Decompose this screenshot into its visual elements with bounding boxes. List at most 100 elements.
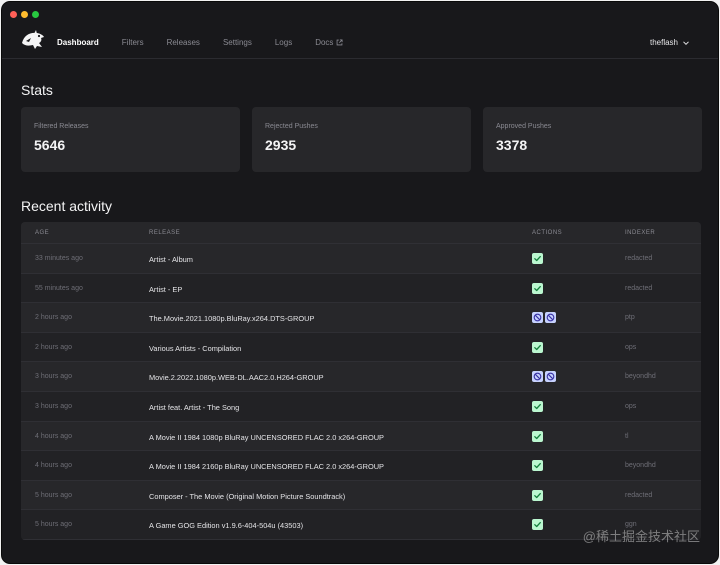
stat-card: Rejected Pushes 2935 — [252, 107, 471, 172]
row-age: 5 hours ago — [35, 521, 72, 529]
nav-item-releases[interactable]: Releases — [167, 38, 200, 47]
row-age: 4 hours ago — [35, 462, 72, 470]
approved-check-icon[interactable] — [532, 400, 543, 412]
app-window: Dashboard Filters Releases Settings Logs Docs… — [1, 1, 719, 564]
table-body: 33 minutes ago Artist - Album redacted 55 m… — [21, 244, 701, 540]
row-release-name: The.Movie.2021.1080p.BluRay.x264.DTS-GRO… — [149, 314, 315, 324]
table-row[interactable]: 55 minutes ago Artist - EP redacted — [21, 273, 701, 304]
table-row[interactable]: 33 minutes ago Artist - Album redacted — [21, 244, 701, 274]
approved-check-icon[interactable] — [532, 519, 543, 531]
nav-item-dashboard[interactable]: Dashboard — [57, 38, 99, 47]
row-age: 2 hours ago — [35, 314, 72, 322]
row-indexer: tl — [625, 432, 629, 440]
watermark: @稀土掘金技术社区 — [582, 529, 700, 544]
stat-label: Rejected Pushes — [265, 123, 318, 130]
username-label: theflash — [649, 38, 678, 47]
rejected-ban-icon[interactable] — [545, 312, 556, 324]
table-row[interactable]: 5 hours ago Composer - The Movie (Origina… — [21, 480, 701, 511]
user-menu[interactable]: theflash — [650, 26, 690, 59]
recent-activity-heading: Recent activity — [21, 198, 113, 214]
recent-activity-table: AGE RELEASE ACTIONS INDEXER 33 minutes a… — [21, 222, 701, 540]
row-release-name: A Game GOG Edition v1.9.6-404-504u (4350… — [149, 521, 304, 531]
nav-item-label: Docs — [315, 38, 334, 47]
title-bar — [2, 2, 718, 26]
table-row[interactable]: 4 hours ago A Movie II 1984 1080p BluRay … — [21, 421, 701, 452]
stats-heading: Stats — [21, 82, 53, 98]
maximize-window-button[interactable] — [32, 11, 39, 18]
row-release-name: Artist - EP — [149, 284, 183, 294]
row-actions — [532, 341, 543, 353]
nav-item-docs[interactable]: Docs — [315, 38, 343, 47]
rejected-ban-icon[interactable] — [532, 312, 543, 324]
table-row[interactable]: 2 hours ago Various Artists - Compilation… — [21, 332, 701, 363]
row-age: 3 hours ago — [35, 373, 72, 381]
row-indexer: beyondhd — [625, 462, 656, 470]
top-navbar: Dashboard Filters Releases Settings Logs Docs… — [2, 26, 718, 59]
row-actions — [532, 489, 543, 501]
row-release-name: Artist - Album — [149, 255, 193, 264]
row-release-name: Artist feat. Artist - The Song — [149, 402, 240, 412]
column-header-age[interactable]: AGE — [35, 230, 49, 236]
approved-check-icon[interactable] — [532, 460, 543, 472]
row-indexer: redacted — [625, 491, 653, 499]
row-indexer: redacted — [625, 284, 653, 292]
stat-card: Filtered Releases 5646 — [21, 107, 240, 172]
row-age: 3 hours ago — [35, 402, 72, 410]
autobrr-logo-icon[interactable] — [20, 29, 46, 51]
row-actions — [532, 460, 543, 472]
nav-item-filters[interactable]: Filters — [122, 38, 144, 47]
column-header-indexer[interactable]: INDEXER — [625, 230, 655, 236]
row-indexer: ptp — [625, 314, 635, 322]
nav-item-label: Filters — [121, 38, 144, 47]
stat-value: 3378 — [496, 137, 528, 153]
row-indexer: redacted — [625, 255, 653, 262]
external-link-icon — [337, 39, 343, 46]
approved-check-icon[interactable] — [532, 282, 543, 294]
nav-item-settings[interactable]: Settings — [223, 38, 252, 47]
row-indexer: ops — [625, 402, 637, 410]
stat-label: Filtered Releases — [34, 123, 89, 130]
nav-item-label: Dashboard — [57, 38, 99, 47]
close-window-button[interactable] — [10, 11, 17, 18]
minimize-window-button[interactable] — [21, 11, 28, 18]
row-release-name: A Movie II 1984 1080p BluRay UNCENSORED … — [149, 432, 384, 442]
row-age: 4 hours ago — [35, 432, 72, 440]
row-actions — [532, 312, 558, 324]
row-age: 2 hours ago — [35, 343, 72, 351]
table-row[interactable]: 2 hours ago The.Movie.2021.1080p.BluRay.x… — [21, 303, 701, 333]
stat-value: 2935 — [265, 137, 297, 153]
approved-check-icon[interactable] — [532, 430, 543, 442]
row-actions — [532, 400, 543, 412]
column-header-actions[interactable]: ACTIONS — [532, 230, 562, 236]
nav-item-logs[interactable]: Logs — [275, 38, 292, 47]
approved-check-icon[interactable] — [532, 341, 543, 353]
row-age: 55 minutes ago — [35, 284, 83, 292]
rejected-ban-icon[interactable] — [545, 371, 556, 383]
row-indexer: ops — [625, 343, 637, 351]
chevron-down-icon — [683, 40, 689, 45]
row-indexer: beyondhd — [625, 373, 656, 381]
row-actions — [532, 282, 543, 294]
approved-check-icon[interactable] — [532, 489, 543, 501]
row-release-name: Movie.2.2022.1080p.WEB-DL.AAC2.0.H264-GR… — [149, 373, 324, 383]
column-header-release[interactable]: RELEASE — [149, 230, 180, 236]
table-row[interactable]: 3 hours ago Movie.2.2022.1080p.WEB-DL.AAC… — [21, 362, 701, 392]
table-row[interactable]: 3 hours ago Artist feat. Artist - The Son… — [21, 391, 701, 422]
approved-check-icon[interactable] — [532, 253, 543, 264]
stat-label: Approved Pushes — [496, 123, 552, 130]
nav-item-label: Settings — [222, 38, 252, 47]
nav-item-label: Releases — [166, 38, 200, 47]
row-actions — [532, 371, 558, 383]
row-age: 5 hours ago — [35, 491, 72, 499]
nav-item-label: Logs — [274, 38, 293, 47]
row-release-name: Composer - The Movie (Original Motion Pi… — [149, 491, 346, 501]
row-age: 33 minutes ago — [35, 255, 83, 262]
row-release-name: A Movie II 1984 2160p BluRay UNCENSORED … — [149, 462, 384, 472]
stat-card: Approved Pushes 3378 — [483, 107, 702, 172]
row-actions — [532, 430, 543, 442]
row-actions — [532, 253, 543, 264]
row-actions — [532, 519, 543, 531]
rejected-ban-icon[interactable] — [532, 371, 543, 383]
table-row[interactable]: 4 hours ago A Movie II 1984 2160p BluRay … — [21, 451, 701, 481]
row-release-name: Various Artists - Compilation — [149, 343, 242, 353]
